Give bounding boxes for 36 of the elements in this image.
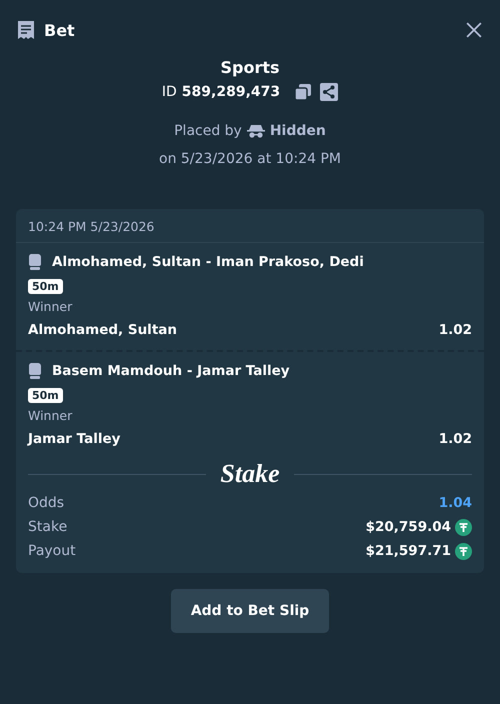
bet-timestamp: 10:24 PM 5/23/2026 xyxy=(16,209,484,243)
selection-odds: 1.02 xyxy=(438,431,472,447)
event-name: Almohamed, Sultan - Iman Prakoso, Dedi xyxy=(52,254,364,270)
tether-coin-icon xyxy=(455,542,472,560)
market-name: Winner xyxy=(28,299,72,314)
selection-name: Almohamed, Sultan xyxy=(28,322,177,338)
selection-odds: 1.02 xyxy=(438,322,472,338)
total-amount: $21,597.71 xyxy=(366,543,451,559)
total-odds: 1.04 xyxy=(438,495,472,511)
add-to-bet-slip-button[interactable]: Add to Bet Slip xyxy=(170,589,330,633)
username: Hidden xyxy=(270,123,326,139)
total-label: Payout xyxy=(28,543,76,559)
time-badge: 50m xyxy=(28,388,63,403)
incognito-icon xyxy=(246,124,265,138)
time-badge: 50m xyxy=(28,279,63,294)
close-icon xyxy=(466,22,482,38)
selection-name: Jamar Talley xyxy=(28,431,120,447)
share-icon xyxy=(320,83,338,101)
brand-logo: Stake xyxy=(220,459,280,489)
tether-coin-icon xyxy=(455,518,472,536)
placed-date: on 5/23/2026 at 10:24 PM xyxy=(159,151,341,167)
placed-by-label: Placed by xyxy=(174,123,242,139)
market-name: Winner xyxy=(28,408,72,423)
bet-category: Sports xyxy=(220,58,280,77)
copy-icon xyxy=(294,83,312,101)
receipt-icon xyxy=(17,20,35,40)
total-label: Stake xyxy=(28,519,68,535)
id-label: ID xyxy=(162,84,177,100)
total-label: Odds xyxy=(28,495,64,511)
copy-button[interactable] xyxy=(294,83,312,101)
close-button[interactable] xyxy=(466,22,482,38)
event-name: Basem Mamdouh - Jamar Talley xyxy=(52,362,290,378)
total-amount: $20,759.04 xyxy=(366,519,451,535)
share-button[interactable] xyxy=(320,83,338,101)
dialog-title: Bet xyxy=(44,20,76,40)
bet-id: 589,289,473 xyxy=(182,84,280,100)
